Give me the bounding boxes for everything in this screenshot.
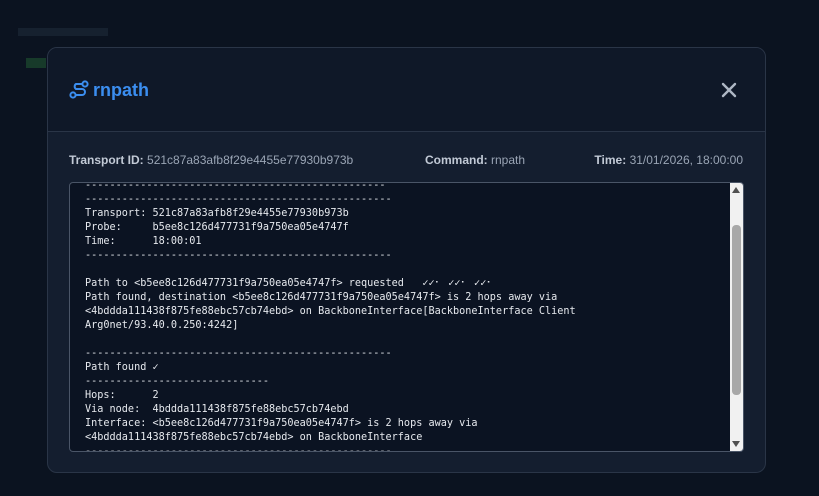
route-icon [69,80,89,99]
transport-id-value: 521c87a83afb8f29e4455e77930b973b [147,153,354,167]
scroll-up-icon[interactable] [732,187,740,193]
background-heading [18,28,108,36]
transport-id-info: Transport ID: 521c87a83afb8f29e4455e7793… [69,152,353,168]
dialog-header: rnpath [48,48,765,132]
transport-id-label: Transport ID: [69,153,144,167]
scrollbar-thumb[interactable] [732,225,741,395]
time-info: Time: 31/01/2026, 18:00:00 [594,152,743,168]
time-value: 31/01/2026, 18:00:00 [629,153,743,167]
terminal-scrollbar[interactable] [730,183,743,451]
terminal-output[interactable]: ----------------------------------------… [69,182,744,452]
command-info: Command: rnpath [425,152,525,168]
time-label: Time: [594,153,627,167]
terminal-output-text: ----------------------------------------… [85,182,576,452]
close-icon[interactable] [715,76,743,104]
scroll-down-icon[interactable] [732,441,740,447]
command-label: Command: [425,153,488,167]
command-value: rnpath [491,153,526,167]
rnpath-dialog: rnpath Transport ID: 521c87a83afb8f29e44… [47,47,766,473]
background-badge [26,58,46,68]
dialog-title: rnpath [93,80,149,100]
